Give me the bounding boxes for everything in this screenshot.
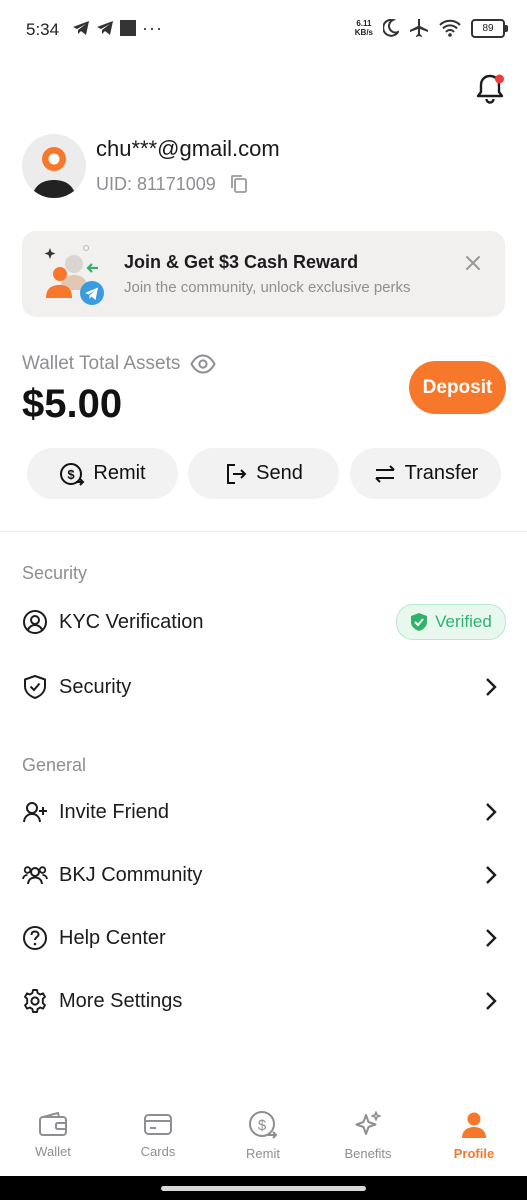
status-time: 5:34 (26, 20, 60, 39)
user-plus-icon (23, 802, 47, 823)
send-icon (227, 463, 247, 484)
telegram-icon (73, 21, 89, 35)
banner-title: Join & Get $3 Cash Reward (124, 252, 359, 272)
avatar[interactable] (22, 134, 86, 198)
chevron-right-icon (486, 866, 497, 884)
general-section-title: General (22, 755, 87, 775)
verified-shield-icon (411, 613, 428, 631)
transfer-icon (374, 464, 395, 483)
profile-uid: UID: 81171009 (96, 174, 216, 194)
kyc-verification-row[interactable]: KYC Verification Verified (22, 602, 506, 642)
invite-friend-label: Invite Friend (59, 800, 170, 823)
nav-remit-label: Remit (246, 1146, 280, 1161)
invite-friend-row[interactable]: Invite Friend (22, 792, 506, 832)
nav-benefits[interactable]: Benefits (323, 1110, 413, 1161)
more-settings-label: More Settings (59, 989, 183, 1012)
send-label: Send (256, 462, 303, 484)
nav-profile[interactable]: Profile (429, 1110, 519, 1161)
bkj-community-row[interactable]: BKJ Community (22, 855, 506, 895)
wallet-total-amount: $5.00 (22, 382, 123, 426)
community-illustration-icon (40, 244, 110, 306)
user-circle-icon (23, 610, 47, 634)
remit-icon: $ (60, 462, 85, 486)
users-group-icon (22, 866, 48, 885)
banner-subtitle: Join the community, unlock exclusive per… (124, 279, 411, 296)
home-indicator[interactable] (161, 1186, 366, 1191)
nav-cards[interactable]: Cards (113, 1110, 203, 1159)
security-section-title: Security (22, 563, 88, 583)
status-notification-icons: ··· (72, 18, 163, 38)
svg-text:$: $ (258, 1117, 267, 1134)
security-label: Security (59, 675, 132, 698)
chevron-right-icon (486, 803, 497, 821)
section-divider (0, 531, 527, 532)
wallet-total-label: Wallet Total Assets (22, 353, 181, 374)
sparkle-icon (355, 1111, 381, 1135)
airplane-icon (410, 19, 428, 37)
moon-icon (383, 19, 399, 37)
wifi-icon (439, 19, 461, 37)
kyc-verification-label: KYC Verification (59, 610, 204, 633)
remit-label: Remit (93, 462, 146, 484)
verified-badge: Verified (396, 604, 506, 640)
profile-email: chu***@gmail.com (96, 136, 280, 161)
chevron-right-icon (486, 678, 497, 696)
bkj-community-label: BKJ Community (59, 863, 203, 886)
nav-wallet[interactable]: Wallet (8, 1110, 98, 1159)
nav-benefits-label: Benefits (344, 1146, 392, 1161)
card-icon (144, 1114, 172, 1135)
close-icon[interactable] (463, 253, 483, 273)
verified-label: Verified (435, 612, 492, 631)
nav-wallet-label: Wallet (35, 1144, 71, 1159)
status-system-icons: 6.11 KB/s 89 (354, 18, 508, 38)
notification-bell-icon[interactable] (475, 72, 505, 104)
copy-icon[interactable] (230, 174, 248, 194)
net-speed: 6.11 KB/s (354, 19, 373, 37)
nav-profile-label: Profile (453, 1146, 495, 1161)
more-dots-icon: ··· (142, 18, 163, 38)
gear-icon (24, 989, 46, 1013)
remit-icon: $ (249, 1111, 278, 1139)
shield-check-icon (24, 675, 46, 699)
battery-indicator: 89 (471, 18, 508, 38)
wallet-icon (39, 1111, 67, 1136)
help-center-label: Help Center (59, 926, 166, 949)
chevron-right-icon (486, 992, 497, 1010)
more-settings-row[interactable]: More Settings (22, 981, 506, 1021)
nav-cards-label: Cards (140, 1144, 176, 1159)
send-button[interactable]: Send (188, 448, 339, 499)
transfer-button[interactable]: Transfer (350, 448, 501, 499)
deposit-button[interactable]: Deposit (409, 361, 506, 414)
help-center-row[interactable]: Help Center (22, 918, 506, 958)
nav-remit[interactable]: $ Remit (218, 1110, 308, 1161)
transfer-label: Transfer (404, 462, 479, 484)
person-icon (462, 1112, 486, 1138)
telegram-icon (97, 21, 113, 35)
app-notification-icon (120, 20, 136, 36)
chevron-right-icon (486, 929, 497, 947)
eye-icon[interactable] (190, 353, 216, 375)
help-circle-icon (23, 926, 47, 950)
svg-text:$: $ (68, 467, 76, 482)
security-row[interactable]: Security (22, 667, 506, 707)
remit-button[interactable]: $ Remit (27, 448, 178, 499)
